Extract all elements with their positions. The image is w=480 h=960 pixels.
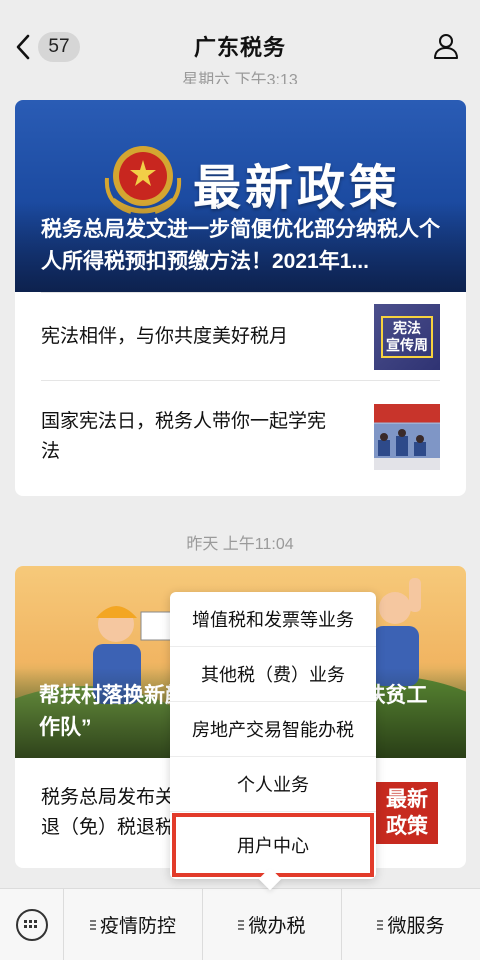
article-thumbnail: [374, 403, 440, 470]
tab-micro-tax[interactable]: 微办税: [203, 888, 342, 960]
menu-item-real-estate[interactable]: 房地产交易智能办税: [170, 702, 376, 757]
bottom-menu-bar: 疫情防控 微办税 微服务: [0, 888, 480, 960]
article-card: 最新政策 税务总局发文进一步简便优化部分纳税人个人所得税预扣预缴方法！2021年…: [15, 100, 466, 496]
article-cover[interactable]: 最新政策 税务总局发文进一步简便优化部分纳税人个人所得税预扣预缴方法！2021年…: [15, 100, 466, 292]
menu-item-other-taxes[interactable]: 其他税（费）业务: [170, 647, 376, 702]
user-icon[interactable]: [432, 32, 460, 60]
article-title: 国家宪法日，税务人带你一起学宪法: [41, 410, 327, 462]
menu-item-user-center[interactable]: 用户中心: [172, 813, 374, 877]
thumbnail-label: 宪法 宣传周: [381, 315, 433, 358]
tab-label: 疫情防控: [99, 916, 176, 937]
menu-lines-icon: [89, 919, 96, 930]
tab-epidemic-control[interactable]: 疫情防控: [64, 888, 203, 960]
message-timestamp: 星期六 下午3:13: [182, 72, 298, 84]
page-title: 广东税务: [193, 35, 286, 60]
list-item[interactable]: 国家宪法日，税务人带你一起学宪法: [41, 380, 440, 492]
keyboard-icon: [15, 908, 48, 941]
menu-lines-icon: [377, 919, 384, 930]
submenu-popup: 增值税和发票等业务 其他税（费）业务 房地产交易智能办税 个人业务 用户中心: [170, 592, 376, 891]
thumbnail-label: 最新 政策: [376, 782, 438, 844]
message-timestamp: 昨天 上午11:04: [186, 536, 294, 553]
tab-micro-service[interactable]: 微服务: [342, 889, 480, 960]
menu-item-vat-invoice[interactable]: 增值税和发票等业务: [170, 592, 376, 647]
keyboard-toggle-button[interactable]: [0, 888, 64, 960]
cover-banner-text: 最新政策: [193, 160, 402, 216]
classroom-image: [374, 423, 440, 470]
list-item[interactable]: 宪法相伴，与你共度美好税月 宪法 宣传周: [41, 292, 440, 380]
article-title: 宪法相伴，与你共度美好税月: [41, 325, 289, 347]
tab-label: 微办税: [248, 916, 306, 937]
menu-item-personal[interactable]: 个人业务: [170, 757, 376, 812]
article-thumbnail: 宪法 宣传周: [374, 303, 440, 370]
menu-lines-icon: [238, 919, 245, 930]
article-headline: 税务总局发文进一步简便优化部分纳税人个人所得税预扣预缴方法！2021年1...: [41, 218, 440, 273]
tab-label: 微服务: [387, 916, 445, 937]
article-thumbnail: 最新 政策: [374, 780, 440, 846]
